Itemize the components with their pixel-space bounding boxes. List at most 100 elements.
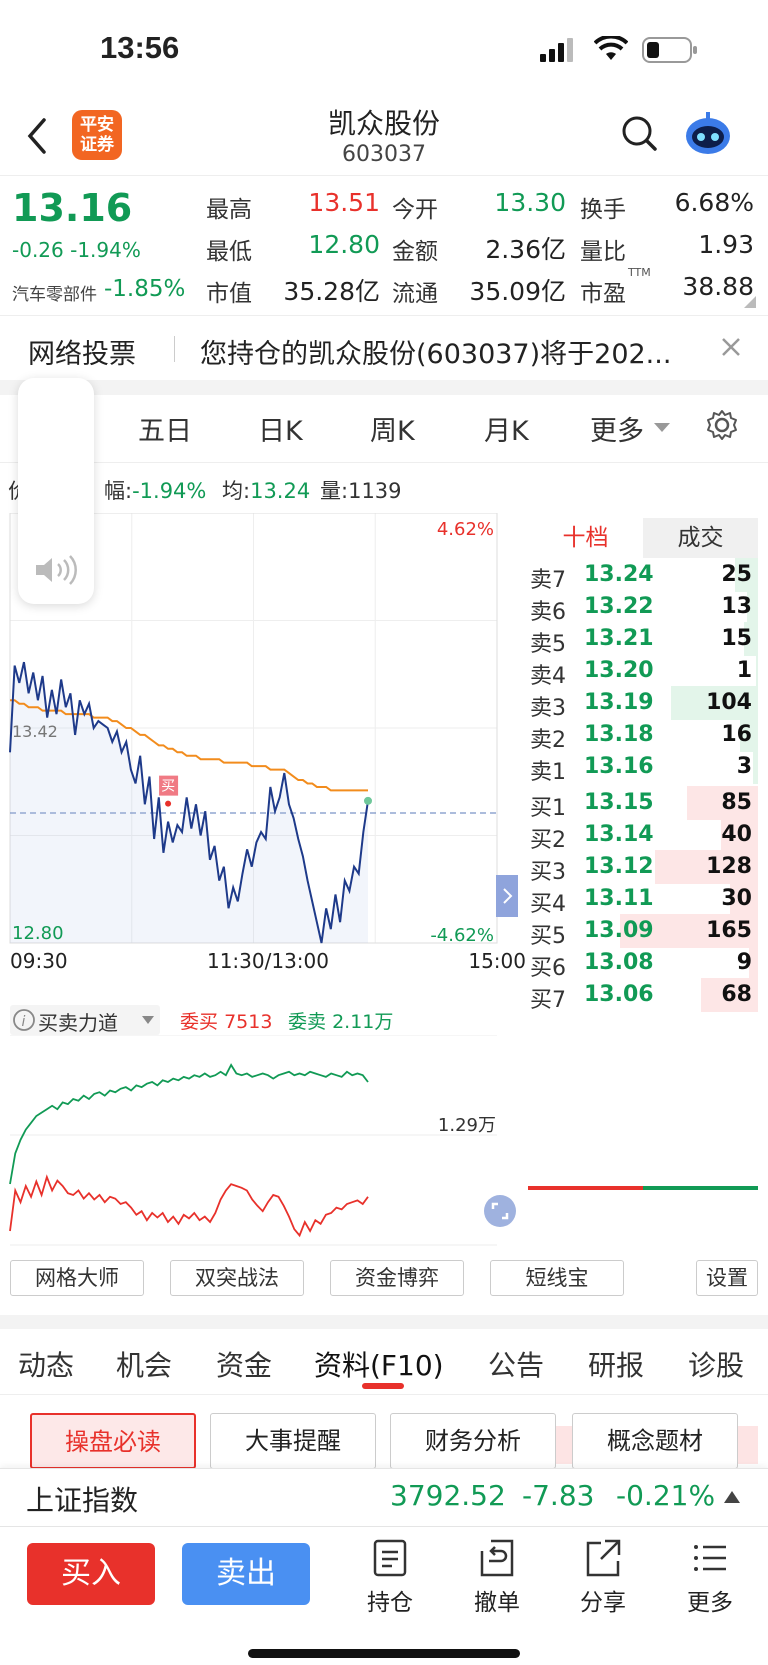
tab-ten-level[interactable]: 十档: [528, 518, 643, 558]
tab-announcements[interactable]: 公告: [488, 1344, 544, 1384]
buy-level-row[interactable]: 买7 13.06 68: [528, 978, 758, 1013]
mktcap-label: 市值: [206, 281, 252, 307]
level-volume: 13: [721, 594, 752, 619]
sell-level-row[interactable]: 卖3 13.19 104: [528, 686, 758, 721]
close-icon[interactable]: [720, 336, 742, 358]
level-price: 13.22: [584, 594, 654, 619]
sell-level-row[interactable]: 卖1 13.16 3: [528, 750, 758, 785]
bottom-bar: 买入 卖出 持仓 撤单 分享 更多: [0, 1526, 768, 1665]
tool-short-line[interactable]: 短线宝: [490, 1260, 624, 1296]
sell-level-row[interactable]: 卖7 13.24 25: [528, 558, 758, 593]
tool-capital-game[interactable]: 资金博弈: [330, 1260, 464, 1296]
section-separator: [0, 1315, 768, 1329]
weimai-buy: 委买 7513: [180, 1011, 273, 1033]
sell-divider: [528, 1186, 643, 1190]
tool-double-breakout[interactable]: 双突战法: [170, 1260, 304, 1296]
tab-more[interactable]: 更多: [590, 409, 644, 448]
notice-bar[interactable]: 网络投票 您持仓的凯众股份(603037)将于202...: [0, 315, 768, 380]
force-chart[interactable]: 1.29万: [0, 1035, 528, 1257]
level-volume: 3: [736, 754, 752, 779]
buy-level-row[interactable]: 买3 13.12 128: [528, 850, 758, 885]
robot-icon[interactable]: [682, 110, 734, 158]
buy-level-row[interactable]: 买5 13.09 165: [528, 914, 758, 949]
caret-down-icon: [654, 423, 670, 432]
search-icon[interactable]: [620, 114, 660, 154]
tab-daily-k[interactable]: 日K: [258, 409, 303, 448]
subtab-events[interactable]: 大事提醒: [210, 1413, 376, 1469]
notice-divider: [174, 336, 175, 362]
tab-trades[interactable]: 成交: [643, 518, 758, 558]
amount-value: 2.36亿: [485, 235, 566, 264]
expand-icon[interactable]: [484, 1195, 516, 1227]
signal-icon: [540, 38, 573, 62]
share-button[interactable]: 分享: [568, 1537, 638, 1617]
gear-icon[interactable]: [706, 409, 738, 441]
level-volume: 16: [721, 722, 752, 747]
sell-level-row[interactable]: 卖4 13.20 1: [528, 654, 758, 689]
buy-level-row[interactable]: 买6 13.08 9: [528, 946, 758, 981]
subtab-financial[interactable]: 财务分析: [390, 1413, 556, 1469]
indicator-select[interactable]: i 买卖力道: [10, 1005, 160, 1035]
tab-opportunity[interactable]: 机会: [116, 1344, 172, 1384]
tool-grid-master[interactable]: 网格大师: [10, 1260, 144, 1296]
buy-level-row[interactable]: 买4 13.11 30: [528, 882, 758, 917]
more-button[interactable]: 更多: [675, 1537, 745, 1617]
tab-monthly-k[interactable]: 月K: [484, 409, 529, 448]
info-jun: 均:13.24: [222, 479, 311, 503]
level-label: 卖1: [530, 760, 566, 785]
caret-up-icon[interactable]: [724, 1491, 740, 1503]
level-price: 13.09: [584, 918, 654, 943]
notice-tag: 网络投票: [28, 339, 136, 370]
holdings-button[interactable]: 持仓: [355, 1537, 425, 1617]
level-volume: 68: [721, 982, 752, 1007]
buy-point: [165, 800, 172, 807]
tool-settings[interactable]: 设置: [696, 1260, 758, 1296]
vol-ratio-value: 1.93: [698, 230, 754, 259]
index-bar[interactable]: 上证指数 3792.52 -7.83 -0.21%: [0, 1468, 768, 1526]
sell-level-row[interactable]: 卖5 13.21 15: [528, 622, 758, 657]
buy-divider: [643, 1186, 758, 1190]
y-mid-price: 13.42: [12, 722, 58, 741]
buy-level-row[interactable]: 买2 13.14 40: [528, 818, 758, 853]
index-name: 上证指数: [26, 1484, 139, 1517]
sell-level-row[interactable]: 卖6 13.22 13: [528, 590, 758, 625]
tab-5day[interactable]: 五日: [138, 409, 192, 448]
buy-button[interactable]: 买入: [27, 1543, 155, 1605]
subtab-must-read[interactable]: 操盘必读: [30, 1413, 196, 1469]
tab-weekly-k[interactable]: 周K: [370, 409, 415, 448]
tab-capital[interactable]: 资金: [216, 1344, 272, 1384]
caret-down-icon: [142, 1016, 154, 1024]
sell-level-row[interactable]: 卖2 13.18 16: [528, 718, 758, 753]
notice-text: 您持仓的凯众股份(603037)将于202...: [200, 339, 672, 370]
sub-mid-label: 1.29万: [438, 1115, 496, 1136]
low-label: 最低: [206, 239, 252, 265]
share-label: 分享: [580, 1590, 626, 1616]
level-price: 13.15: [584, 790, 654, 815]
volume-overlay-pill[interactable]: [18, 378, 94, 604]
y-top-pct: 4.62%: [437, 519, 494, 540]
home-indicator: [248, 1649, 520, 1658]
float-label: 流通: [392, 281, 438, 307]
info-icon: i: [13, 1009, 35, 1031]
tab-dynamics[interactable]: 动态: [18, 1344, 74, 1384]
sell-button[interactable]: 卖出: [182, 1543, 310, 1605]
vol-ratio-label: 量比: [580, 239, 626, 265]
buy-level-row[interactable]: 买1 13.15 85: [528, 786, 758, 821]
undo-order-button[interactable]: 撤单: [462, 1537, 532, 1617]
undo-icon: [480, 1539, 514, 1577]
tab-f10[interactable]: 资料(F10): [314, 1344, 444, 1384]
tab-diagnosis[interactable]: 诊股: [688, 1344, 744, 1384]
wifi-icon: [594, 36, 628, 60]
chart-area: 五日 日K 周K 月K 更多 价 幅:-1.94% 均:13.24 量:1139…: [0, 378, 768, 1636]
speaker-icon[interactable]: [34, 554, 80, 586]
buy-marker-text: 买: [161, 779, 175, 795]
sector-name[interactable]: 汽车零部件: [12, 280, 97, 305]
level-volume: 9: [736, 950, 752, 975]
subtab-concepts[interactable]: 概念题材: [572, 1413, 738, 1469]
tab-research[interactable]: 研报: [588, 1344, 644, 1384]
undo-label: 撤单: [474, 1590, 520, 1616]
collapse-side-button[interactable]: [496, 875, 518, 917]
volume-bar: [753, 750, 758, 784]
quote-panel: 13.16 -0.26 -1.94% 汽车零部件 -1.85% 最高 13.51…: [0, 175, 768, 310]
level-price: 13.20: [584, 658, 654, 683]
